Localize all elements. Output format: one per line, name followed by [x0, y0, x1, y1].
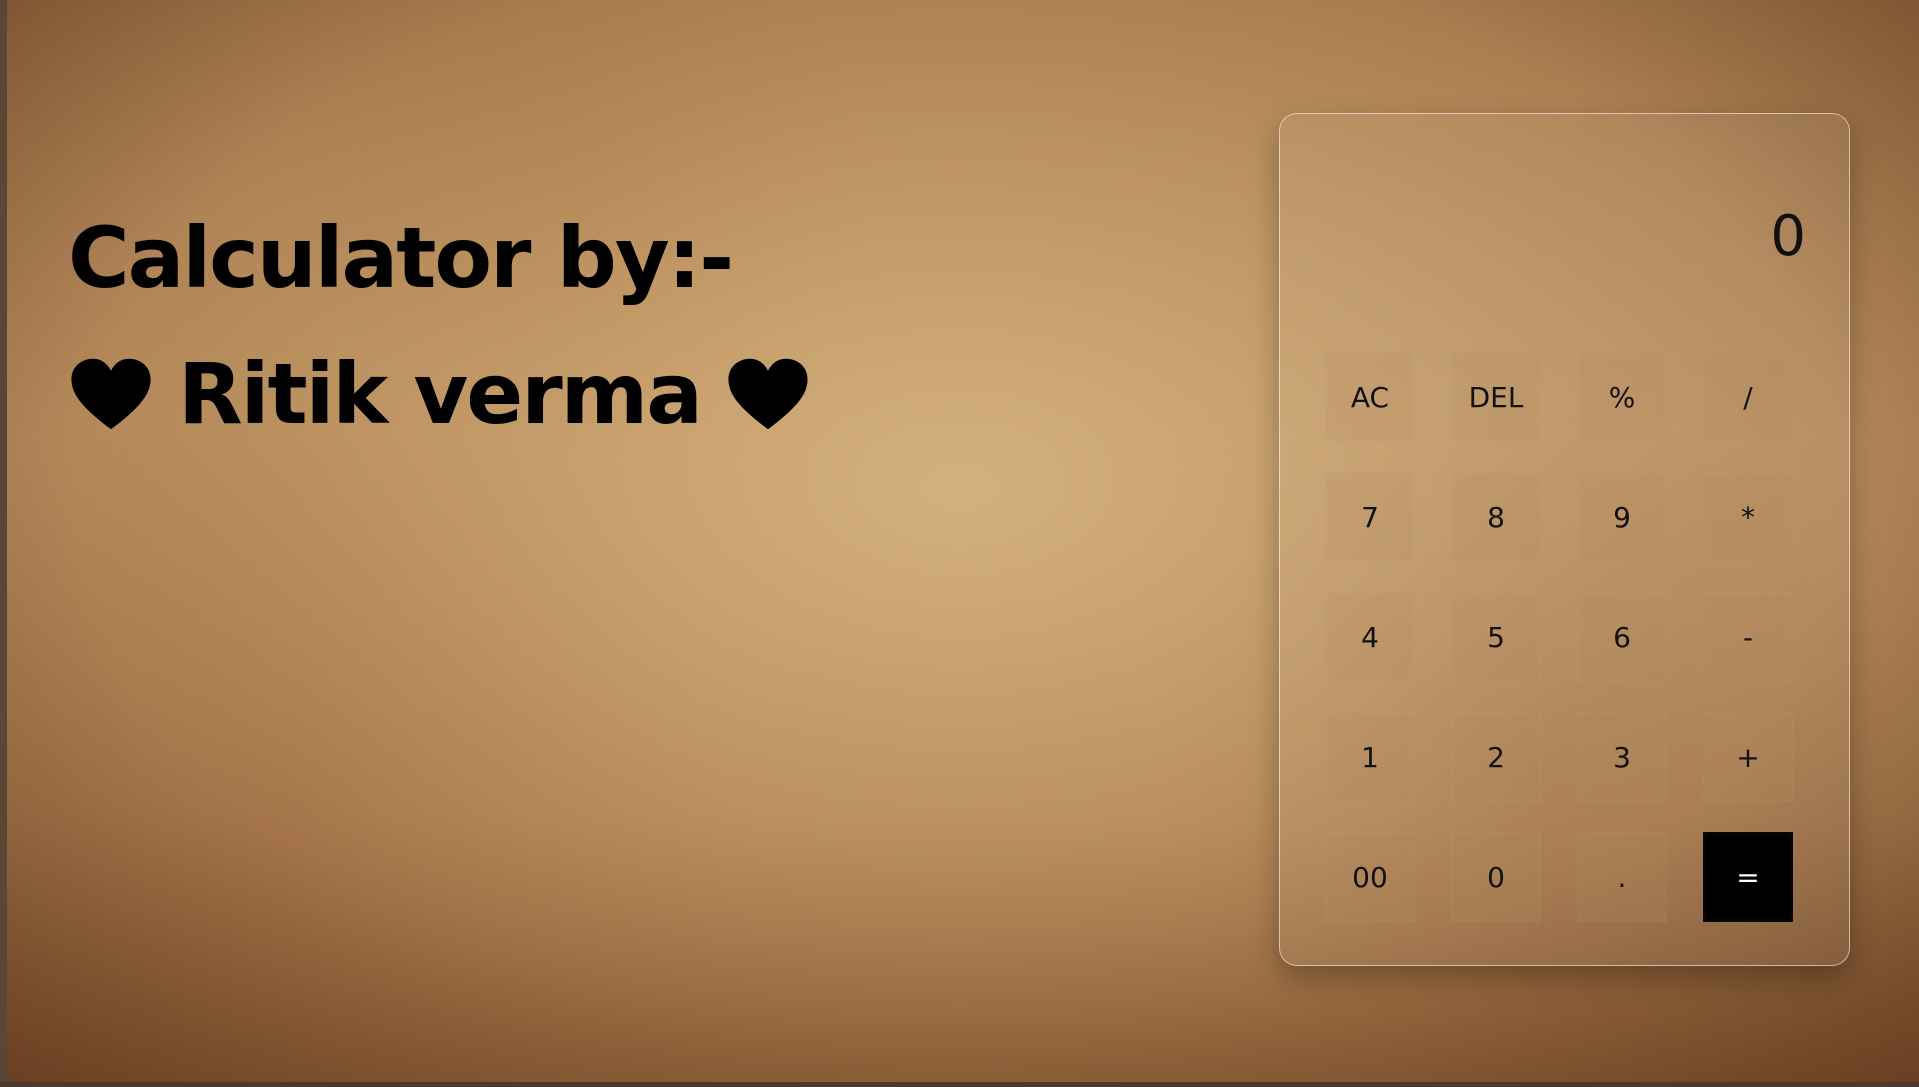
key-add-button[interactable]: + — [1703, 712, 1793, 802]
key-9-button[interactable]: 9 — [1577, 472, 1667, 562]
heart-icon — [71, 358, 151, 430]
key-8-button[interactable]: 8 — [1451, 472, 1541, 562]
heading-title: Calculator by:- — [68, 209, 734, 307]
page-heading: Calculator by:- Ritik verma — [68, 190, 811, 462]
key-2-button[interactable]: 2 — [1451, 712, 1541, 802]
key-del-button[interactable]: DEL — [1451, 352, 1541, 442]
key-percent-button[interactable]: % — [1577, 352, 1667, 442]
key-5-button[interactable]: 5 — [1451, 592, 1541, 682]
key-decimal-button[interactable]: . — [1577, 832, 1667, 922]
key-multiply-button[interactable]: * — [1703, 472, 1793, 562]
heart-icon — [728, 358, 808, 430]
calculator-display: 0 — [1770, 204, 1806, 269]
page-bottom-edge — [0, 1082, 1919, 1087]
key-divide-button[interactable]: / — [1703, 352, 1793, 442]
author-name: Ritik verma — [178, 345, 703, 443]
calculator-panel: 0 AC DEL % / 7 8 9 * 4 5 6 - 1 2 3 + 00 … — [1279, 113, 1850, 966]
key-0-button[interactable]: 0 — [1451, 832, 1541, 922]
page-left-edge — [0, 0, 7, 1087]
key-7-button[interactable]: 7 — [1325, 472, 1415, 562]
key-equals-button[interactable]: = — [1703, 832, 1793, 922]
key-6-button[interactable]: 6 — [1577, 592, 1667, 682]
key-1-button[interactable]: 1 — [1325, 712, 1415, 802]
heading-author: Ritik verma — [68, 326, 811, 462]
calculator-keypad: AC DEL % / 7 8 9 * 4 5 6 - 1 2 3 + 00 0 … — [1325, 352, 1793, 922]
key-subtract-button[interactable]: - — [1703, 592, 1793, 682]
key-4-button[interactable]: 4 — [1325, 592, 1415, 682]
key-ac-button[interactable]: AC — [1325, 352, 1415, 442]
key-00-button[interactable]: 00 — [1325, 832, 1415, 922]
key-3-button[interactable]: 3 — [1577, 712, 1667, 802]
